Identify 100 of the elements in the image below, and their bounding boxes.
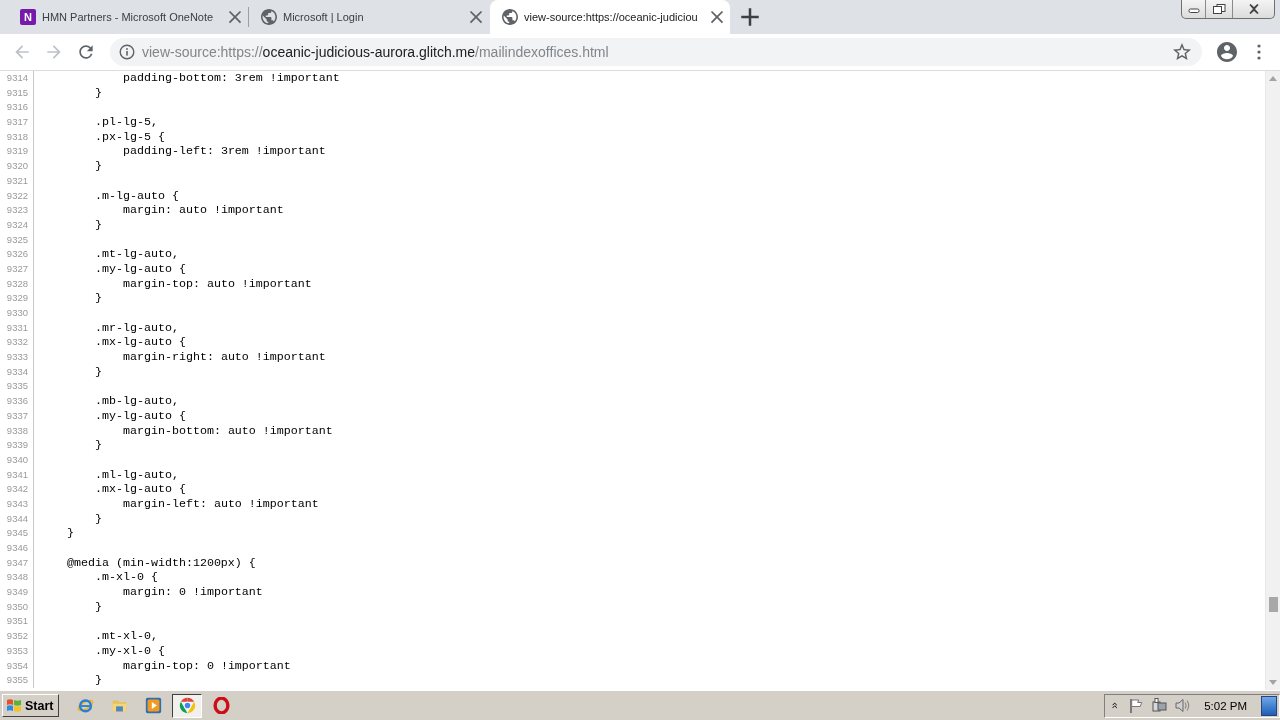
code-line: }	[94, 364, 102, 380]
code-line: margin-bottom: auto !important	[122, 423, 333, 439]
line-number: 9331	[6, 321, 28, 333]
code-line: .m-xl-0 {	[94, 570, 158, 586]
code-line: .my-xl-0 {	[94, 643, 165, 659]
code-line: .mt-xl-0,	[94, 629, 158, 644]
line-number: 9318	[6, 130, 28, 142]
flag-icon[interactable]	[1129, 698, 1145, 713]
line-number: 9321	[6, 174, 28, 186]
code-line: margin: auto !important	[122, 203, 284, 218]
menu-icon	[1257, 44, 1261, 60]
start-logo-icon	[6, 698, 22, 713]
taskbar-button[interactable]	[172, 693, 203, 718]
info-icon[interactable]	[119, 44, 135, 60]
globe-icon	[261, 9, 277, 25]
restore-icon	[1212, 4, 1226, 14]
ring-logo-icon	[213, 697, 230, 714]
line-number: 9348	[6, 571, 28, 583]
code-line: }	[94, 291, 102, 306]
line-number: 9353	[6, 644, 28, 656]
speaker-icon[interactable]	[1175, 698, 1191, 713]
close-icon[interactable]	[228, 10, 242, 24]
code-line: .mr-lg-auto,	[94, 320, 179, 336]
line-number: 9326	[6, 248, 28, 260]
line-number: 9352	[6, 630, 28, 642]
start-button[interactable]: Start	[2, 694, 60, 717]
line-number: 9335	[6, 380, 28, 392]
url-text: view-source:https://oceanic-judicious-aurora.glitch.me/mailindexoffices.html	[142, 44, 610, 60]
line-number: 9355	[6, 674, 28, 686]
line-number: 9334	[6, 365, 28, 377]
code-line: }	[94, 85, 102, 101]
code-line: margin-top: 0 !important	[122, 658, 291, 674]
line-number: 9319	[6, 145, 28, 157]
profile-icon	[1217, 42, 1237, 62]
address-field[interactable]: view-source:https://oceanic-judicious-aurora.glitch.me/mailindexoffices.html	[110, 38, 1202, 66]
line-number: 9325	[6, 233, 28, 245]
close-icon[interactable]	[469, 10, 483, 24]
line-number: 9337	[6, 409, 28, 421]
code-line: }	[94, 438, 102, 453]
line-number: 9347	[6, 556, 28, 568]
down-triangle-icon	[1269, 680, 1277, 685]
line-number: 9314	[6, 72, 28, 83]
line-number: 9342	[6, 483, 28, 495]
close-icon[interactable]	[710, 10, 724, 24]
media-player-icon	[145, 697, 162, 714]
line-number: 9351	[6, 615, 28, 627]
line-number: 9339	[6, 439, 28, 451]
line-number: 9323	[6, 204, 28, 216]
browser-tab[interactable]: N HMN Partners - Microsoft OneNote	[8, 0, 248, 34]
line-number: 9330	[6, 307, 28, 318]
line-number: 9344	[6, 512, 28, 524]
line-number: 9336	[6, 395, 28, 407]
line-number: 9317	[6, 116, 28, 128]
code-line: margin-right: auto !important	[122, 350, 326, 365]
code-line: .mb-lg-auto,	[94, 394, 179, 409]
code-line: margin-left: auto !important	[122, 496, 319, 512]
line-number: 9340	[6, 453, 28, 465]
line-number: 9343	[6, 497, 28, 509]
code-line: .my-lg-auto {	[94, 408, 186, 424]
code-line: .mx-lg-auto {	[94, 482, 186, 497]
code-line: }	[94, 599, 102, 615]
code-line: padding-bottom: 3rem !important	[122, 71, 340, 86]
code-line: .mt-lg-auto,	[94, 247, 179, 262]
reload-icon	[76, 42, 96, 62]
line-number: 9345	[6, 527, 28, 539]
code-line: @media (min-width:1200px) {	[67, 555, 256, 571]
line-number: 9316	[6, 101, 28, 113]
line-number: 9320	[6, 160, 28, 172]
code-line: .px-lg-5 {	[94, 129, 165, 145]
show-desktop-button[interactable]	[1261, 695, 1277, 716]
code-line: margin-top: auto !important	[122, 276, 312, 292]
clock-text[interactable]: 5:02 PM	[1204, 699, 1247, 712]
line-number: 9332	[6, 336, 28, 348]
new-tab-icon[interactable]	[740, 7, 760, 27]
code-line: .ml-lg-auto,	[94, 467, 179, 483]
code-line: .mx-lg-auto {	[94, 335, 186, 351]
line-number: 9322	[6, 189, 28, 201]
line-number: 9333	[6, 351, 28, 363]
line-number: 9341	[6, 468, 28, 480]
globe-icon	[502, 9, 518, 25]
line-number: 9338	[6, 424, 28, 436]
scrollbar-thumb[interactable]	[1268, 597, 1278, 612]
line-number: 9349	[6, 586, 28, 598]
code-line: }	[67, 526, 74, 541]
code-line: .pl-lg-5,	[94, 115, 158, 130]
folder-icon	[111, 697, 128, 714]
code-line: }	[94, 159, 102, 174]
line-number: 9315	[6, 86, 28, 98]
browser-icon	[77, 697, 94, 714]
line-number: 9354	[6, 659, 28, 671]
bookmark-star-icon[interactable]	[1173, 43, 1191, 61]
code-line: .my-lg-auto {	[94, 261, 186, 277]
line-number: 9327	[6, 262, 28, 274]
line-number: 9328	[6, 277, 28, 289]
line-number: 9329	[6, 292, 28, 304]
network-icon[interactable]	[1152, 698, 1168, 713]
browser-tab[interactable]: Microsoft | Login	[249, 0, 489, 34]
code-line: }	[94, 511, 102, 527]
up-triangle-icon	[1269, 76, 1277, 81]
browser-tab[interactable]: view-source:https://oceanic-judiciou	[490, 0, 730, 34]
